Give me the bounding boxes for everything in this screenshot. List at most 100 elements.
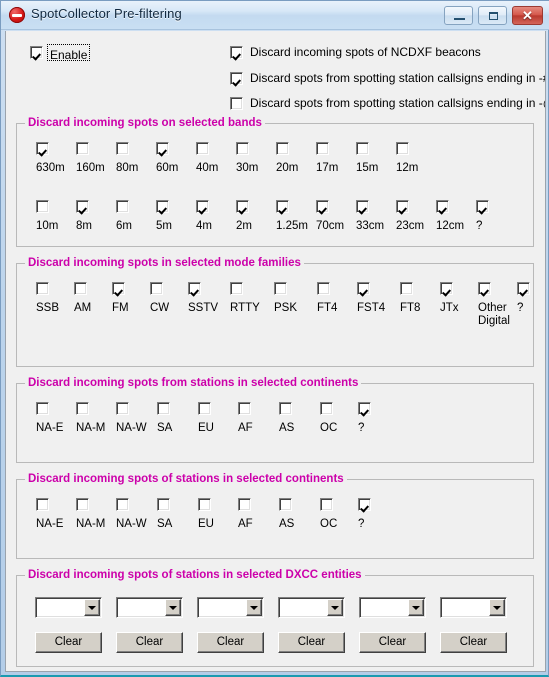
band-checkbox-160m[interactable] — [76, 142, 89, 155]
chevron-down-icon[interactable] — [84, 599, 100, 616]
mode-checkbox-cw[interactable] — [150, 282, 163, 295]
band-label-4m: 4m — [196, 220, 212, 232]
continent-of-checkbox-na-w[interactable] — [116, 498, 129, 511]
band-label-160m: 160m — [76, 162, 105, 174]
mode-checkbox-rtty[interactable] — [230, 282, 243, 295]
band-checkbox-12cm[interactable] — [436, 200, 449, 213]
continent-of-label-na-e: NA-E — [36, 518, 64, 530]
band-checkbox-80m[interactable] — [116, 142, 129, 155]
bands-group: Discard incoming spots on selected bands… — [16, 117, 534, 247]
mode-label-unknown: ? — [517, 302, 524, 314]
mode-checkbox-other-digital[interactable] — [478, 282, 491, 295]
band-label-10m: 10m — [36, 220, 59, 232]
continents-from-group: Discard incoming spots from stations in … — [16, 377, 534, 463]
continent-from-checkbox-oc[interactable] — [320, 402, 333, 415]
dxcc-select-6[interactable] — [440, 597, 507, 618]
discard-hash-callsigns-checkbox[interactable] — [230, 72, 243, 85]
continent-from-checkbox-as[interactable] — [279, 402, 292, 415]
band-label-80m: 80m — [116, 162, 139, 174]
discard-at-callsigns-label: Discard spots from spotting station call… — [250, 96, 546, 110]
mode-checkbox-fm[interactable] — [112, 282, 125, 295]
continent-from-checkbox-af[interactable] — [238, 402, 251, 415]
continent-of-checkbox-af[interactable] — [238, 498, 251, 511]
band-checkbox-8m[interactable] — [76, 200, 89, 213]
band-checkbox-33cm[interactable] — [356, 200, 369, 213]
band-checkbox-17m[interactable] — [316, 142, 329, 155]
dxcc-select-4[interactable] — [278, 597, 345, 618]
chevron-down-icon[interactable] — [246, 599, 262, 616]
continent-from-checkbox-na-w[interactable] — [116, 402, 129, 415]
continent-of-checkbox-na-m[interactable] — [76, 498, 89, 511]
continents-of-group-title: Discard incoming spots of stations in se… — [25, 473, 347, 486]
band-checkbox-60m[interactable] — [156, 142, 169, 155]
continent-from-checkbox-na-m[interactable] — [76, 402, 89, 415]
minimize-icon — [454, 18, 465, 20]
chevron-down-icon[interactable] — [408, 599, 424, 616]
mode-checkbox-ft8[interactable] — [400, 282, 413, 295]
chevron-down-icon[interactable] — [165, 599, 181, 616]
continents-of-group: Discard incoming spots of stations in se… — [16, 473, 534, 559]
band-checkbox-2m[interactable] — [236, 200, 249, 213]
client-area: Enable Discard incoming spots of NCDXF b… — [5, 31, 546, 672]
dxcc-select-1[interactable] — [35, 597, 102, 618]
enable-checkbox[interactable] — [30, 46, 43, 59]
dxcc-select-5[interactable] — [359, 597, 426, 618]
band-checkbox-15m[interactable] — [356, 142, 369, 155]
mode-checkbox-sstv[interactable] — [188, 282, 201, 295]
dxcc-clear-button-3[interactable]: Clear — [197, 632, 264, 653]
band-checkbox-630m[interactable] — [36, 142, 49, 155]
dxcc-clear-button-4[interactable]: Clear — [278, 632, 345, 653]
band-checkbox-10m[interactable] — [36, 200, 49, 213]
band-checkbox-4m[interactable] — [196, 200, 209, 213]
band-label-30m: 30m — [236, 162, 259, 174]
band-checkbox-12m[interactable] — [396, 142, 409, 155]
mode-checkbox-fst4[interactable] — [357, 282, 370, 295]
discard-at-callsigns-checkbox[interactable] — [230, 97, 243, 110]
continent-of-checkbox-sa[interactable] — [157, 498, 170, 511]
continent-of-checkbox-oc[interactable] — [320, 498, 333, 511]
dxcc-clear-button-1[interactable]: Clear — [35, 632, 102, 653]
mode-checkbox-jtx[interactable] — [440, 282, 453, 295]
band-label-2m: 2m — [236, 220, 252, 232]
bands-group-title: Discard incoming spots on selected bands — [25, 117, 265, 130]
band-checkbox-70cm[interactable] — [316, 200, 329, 213]
mode-checkbox-ssb[interactable] — [36, 282, 49, 295]
minimize-button[interactable] — [444, 6, 473, 25]
band-checkbox-30m[interactable] — [236, 142, 249, 155]
continent-of-label-unknown: ? — [358, 518, 365, 530]
continent-of-checkbox-as[interactable] — [279, 498, 292, 511]
band-checkbox-1.25m[interactable] — [276, 200, 289, 213]
chevron-down-icon[interactable] — [327, 599, 343, 616]
continent-from-label-oc: OC — [320, 422, 338, 434]
dxcc-clear-button-6[interactable]: Clear — [440, 632, 507, 653]
continent-from-checkbox-sa[interactable] — [157, 402, 170, 415]
dxcc-select-2[interactable] — [116, 597, 183, 618]
dxcc-clear-button-5[interactable]: Clear — [359, 632, 426, 653]
title-bar[interactable]: SpotCollector Pre-filtering ✕ — [1, 1, 549, 30]
mode-checkbox-unknown[interactable] — [517, 282, 530, 295]
mode-checkbox-am[interactable] — [74, 282, 87, 295]
band-checkbox-20m[interactable] — [276, 142, 289, 155]
band-checkbox-6m[interactable] — [116, 200, 129, 213]
close-button[interactable]: ✕ — [512, 6, 543, 25]
dxcc-select-3[interactable] — [197, 597, 264, 618]
continent-of-checkbox-eu[interactable] — [198, 498, 211, 511]
band-checkbox-5m[interactable] — [156, 200, 169, 213]
continent-from-checkbox-unknown[interactable] — [358, 402, 371, 415]
chevron-down-icon[interactable] — [489, 599, 505, 616]
band-checkbox-40m[interactable] — [196, 142, 209, 155]
continent-of-checkbox-unknown[interactable] — [358, 498, 371, 511]
maximize-button[interactable] — [478, 6, 507, 25]
continent-from-checkbox-eu[interactable] — [198, 402, 211, 415]
continent-of-label-eu: EU — [198, 518, 214, 530]
band-checkbox-23cm[interactable] — [396, 200, 409, 213]
dxcc-clear-button-2[interactable]: Clear — [116, 632, 183, 653]
enable-label-focus: Enable — [47, 44, 91, 62]
band-checkbox-unknown[interactable] — [476, 200, 489, 213]
discard-ncdxf-beacons-checkbox[interactable] — [230, 46, 243, 59]
mode-checkbox-ft4[interactable] — [317, 282, 330, 295]
band-label-630m: 630m — [36, 162, 65, 174]
continent-from-checkbox-na-e[interactable] — [36, 402, 49, 415]
continent-of-checkbox-na-e[interactable] — [36, 498, 49, 511]
mode-checkbox-psk[interactable] — [274, 282, 287, 295]
